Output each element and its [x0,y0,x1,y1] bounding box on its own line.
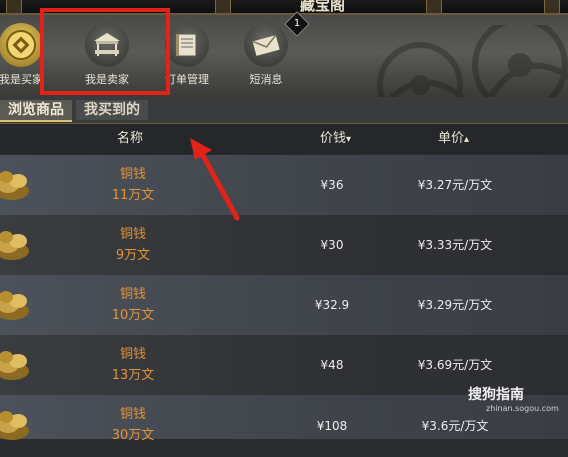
watermark: 搜狗指南 zhinan.sogou.com [468,384,559,413]
annotation-arrow [190,138,240,221]
watermark-url: zhinan.sogou.com [486,404,559,413]
sogou-logo: 搜狗指南 [468,387,524,403]
